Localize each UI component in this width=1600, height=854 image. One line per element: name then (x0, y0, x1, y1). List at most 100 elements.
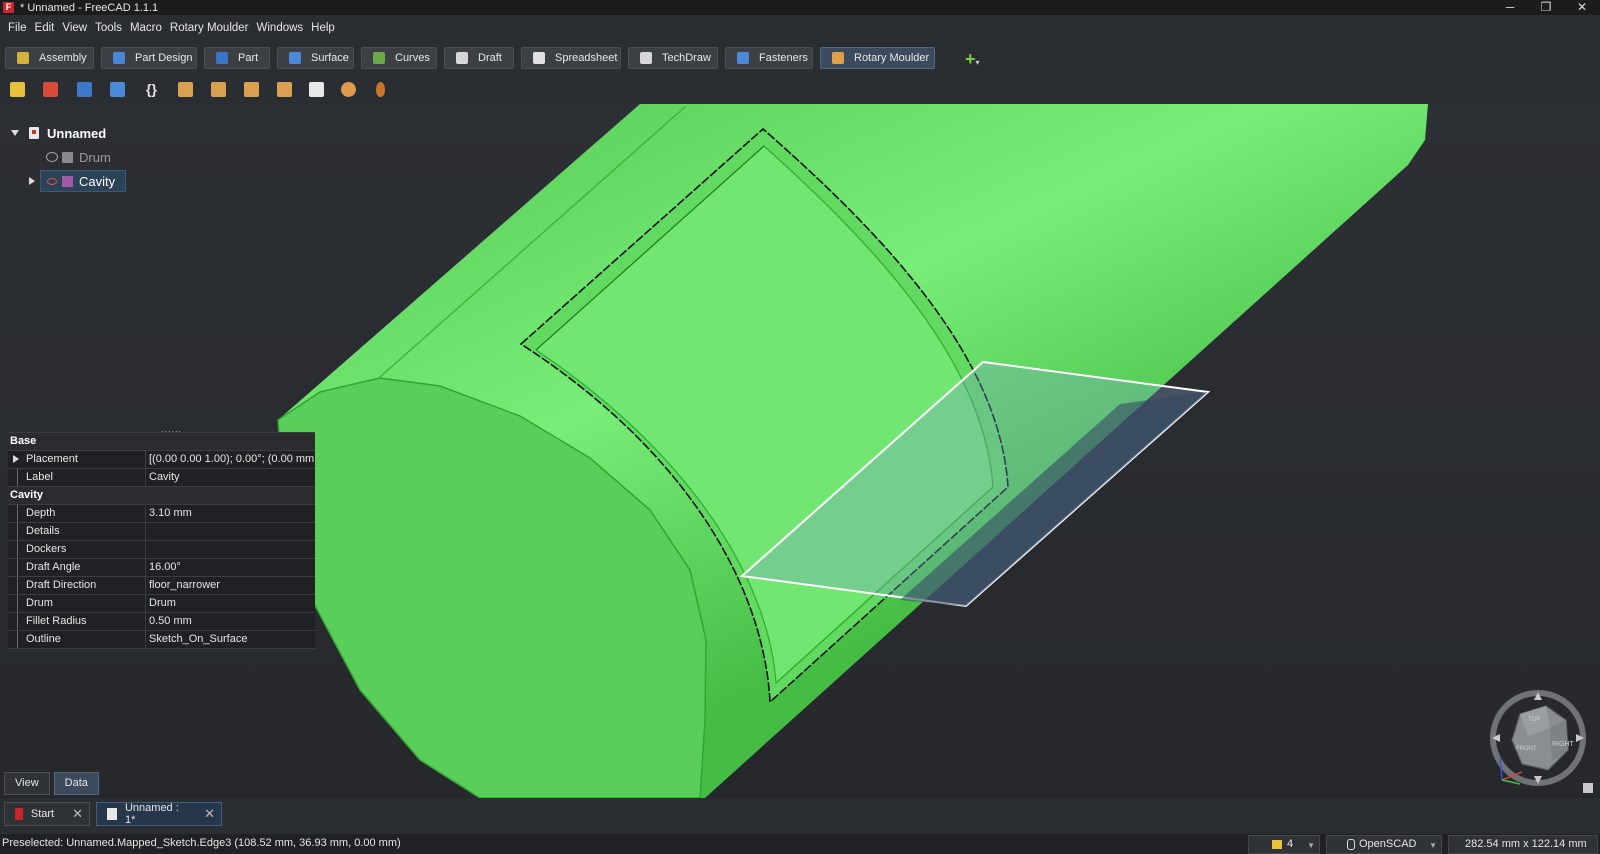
menu-macro[interactable]: Macro (130, 22, 162, 34)
property-value[interactable]: 16.00° (146, 559, 315, 576)
fasteners-icon (737, 52, 749, 64)
property-value[interactable]: floor_narrower (146, 577, 315, 594)
navigation-cube[interactable]: TOP FRONT RIGHT (1488, 688, 1598, 798)
property-row-placement[interactable]: Placement [(0.00 0.00 1.00); 0.00°; (0.00… (8, 451, 315, 469)
expand-arrow-icon[interactable] (11, 130, 19, 136)
workbench-techdraw[interactable]: TechDraw (628, 47, 718, 69)
menu-edit[interactable]: Edit (35, 22, 55, 34)
property-value[interactable]: [(0.00 0.00 1.00); 0.00°; (0.00 mm 0... (146, 451, 315, 468)
property-row-drum[interactable]: Drum Drum (8, 595, 315, 613)
mouse-icon (1347, 839, 1355, 850)
document-tabs: Start ✕ Unnamed : 1* ✕ (4, 802, 228, 827)
workbench-spreadsheet[interactable]: Spreadsheet (521, 47, 621, 69)
menu-file[interactable]: File (8, 22, 27, 34)
workbench-bar: Assembly Part Design Part Surface Curves… (0, 45, 1000, 71)
maximize-button[interactable]: ❐ (1528, 0, 1564, 15)
property-value[interactable]: 0.50 mm (146, 613, 315, 630)
tab-data[interactable]: Data (53, 772, 99, 795)
property-value[interactable] (146, 541, 315, 558)
tree-item-drum[interactable]: Drum (46, 146, 111, 168)
status-bar: Preselected: Unnamed.Mapped_Sketch.Edge3… (0, 834, 1600, 854)
surface-icon (289, 52, 301, 64)
navcube-front-label: FRONT (1516, 746, 1537, 752)
workbench-assembly[interactable]: Assembly (5, 47, 94, 69)
document-icon (107, 808, 117, 820)
property-row-fillet-radius[interactable]: Fillet Radius 0.50 mm (8, 613, 315, 631)
visible-eye-icon[interactable] (47, 177, 57, 185)
splitter-handle[interactable]: ...... (161, 424, 182, 434)
code-braces-icon[interactable]: {} (144, 82, 159, 97)
property-value[interactable]: 3.10 mm (146, 505, 315, 522)
rotary-moulder-toolbar: {} (0, 78, 420, 102)
workbench-curves[interactable]: Curves (361, 47, 437, 69)
menu-windows[interactable]: Windows (257, 22, 304, 34)
property-value[interactable]: Sketch_On_Surface (146, 631, 315, 648)
new-body-icon[interactable] (10, 82, 25, 97)
freecad-icon: F (3, 2, 14, 13)
property-group-base: Base (8, 433, 315, 451)
workbench-draft[interactable]: Draft (444, 47, 514, 69)
workbench-fasteners[interactable]: Fasteners (725, 47, 813, 69)
close-button[interactable]: ✕ (1564, 0, 1600, 15)
draft-icon (456, 52, 468, 64)
part-icon (216, 52, 228, 64)
property-row-outline[interactable]: Outline Sketch_On_Surface (8, 631, 315, 649)
notification-icon (1272, 840, 1282, 849)
close-icon[interactable]: ✕ (204, 806, 215, 822)
property-row-dockers[interactable]: Dockers (8, 541, 315, 559)
property-row-depth[interactable]: Depth 3.10 mm (8, 505, 315, 523)
title-bar: F * Unnamed - FreeCAD 1.1.1 ─ ❐ ✕ (0, 0, 1600, 15)
export-icon[interactable] (110, 82, 125, 97)
menu-bar: File Edit View Tools Macro Rotary Moulde… (0, 18, 335, 38)
property-row-draft-angle[interactable]: Draft Angle 16.00° (8, 559, 315, 577)
workbench-part[interactable]: Part (204, 47, 270, 69)
property-value[interactable]: Cavity (146, 469, 315, 486)
add-workbench-button[interactable]: +▾ (965, 49, 980, 70)
drum-icon[interactable] (178, 82, 193, 97)
combo-view-tabs: View Data (4, 772, 103, 795)
chevron-down-icon: ▾ (975, 58, 980, 67)
property-row-draft-direction[interactable]: Draft Direction floor_narrower (8, 577, 315, 595)
navcube-menu-icon[interactable] (1583, 783, 1593, 793)
doc-tab-start[interactable]: Start ✕ (4, 802, 90, 826)
tree-item-unnamed[interactable]: Unnamed (11, 122, 106, 144)
menu-rotary-moulder[interactable]: Rotary Moulder (170, 22, 249, 34)
property-panel: ...... Base Placement [(0.00 0.00 1.00); … (8, 424, 315, 649)
close-icon[interactable]: ✕ (72, 806, 83, 822)
open-folder-icon[interactable] (77, 82, 92, 97)
navigation-style-selector[interactable]: OpenSCAD ▼ (1326, 835, 1442, 854)
drum-object-icon (62, 151, 73, 163)
expand-arrow-icon[interactable] (29, 177, 35, 185)
acorn-icon[interactable] (376, 82, 385, 97)
tree-item-cavity[interactable]: Cavity (29, 170, 126, 192)
menu-help[interactable]: Help (311, 22, 335, 34)
workbench-part-design[interactable]: Part Design (101, 47, 197, 69)
axis-cross-icon[interactable] (43, 82, 58, 97)
spreadsheet-icon (533, 52, 545, 64)
property-row-details[interactable]: Details (8, 523, 315, 541)
doc-tab-unnamed[interactable]: Unnamed : 1* ✕ (96, 802, 222, 826)
chevron-down-icon: ▼ (1307, 841, 1315, 850)
cavity-object-icon (62, 175, 73, 187)
cavity-draft-icon[interactable] (244, 82, 259, 97)
property-value[interactable] (146, 523, 315, 540)
minimize-button[interactable]: ─ (1492, 0, 1528, 15)
mould-icon[interactable] (277, 82, 292, 97)
navcube-top-label: TOP (1528, 717, 1540, 723)
workbench-surface[interactable]: Surface (277, 47, 354, 69)
expand-arrow-icon[interactable] (13, 455, 19, 463)
workbench-rotary-moulder[interactable]: Rotary Moulder (820, 47, 935, 69)
document-icon[interactable] (309, 82, 324, 97)
notification-counter[interactable]: 4 ▼ (1248, 835, 1320, 854)
window-title: * Unnamed - FreeCAD 1.1.1 (20, 1, 159, 14)
menu-view[interactable]: View (62, 22, 87, 34)
wheel-icon[interactable] (341, 82, 356, 97)
property-value[interactable]: Drum (146, 595, 315, 612)
hidden-eye-icon[interactable] (46, 152, 58, 162)
cavity-icon[interactable] (211, 82, 226, 97)
tab-view[interactable]: View (4, 772, 50, 795)
menu-tools[interactable]: Tools (95, 22, 122, 34)
curves-icon (373, 52, 385, 64)
navcube-right-label: RIGHT (1552, 741, 1575, 748)
property-row-label[interactable]: Label Cavity (8, 469, 315, 487)
